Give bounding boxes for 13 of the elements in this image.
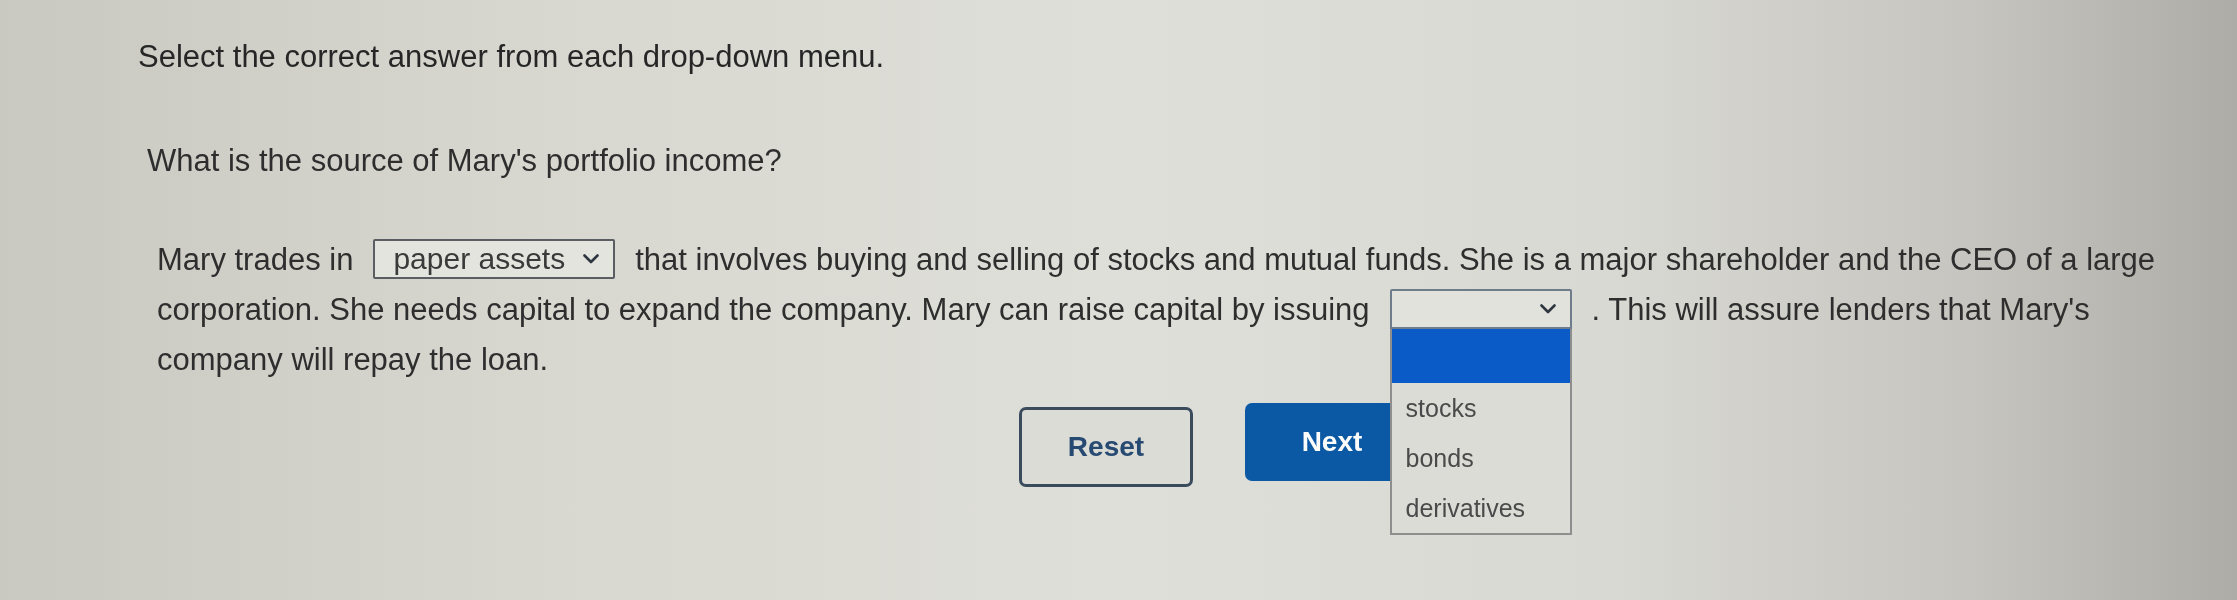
passage-text: . This will assure lenders that Mary's — [1591, 290, 2090, 328]
answer-dropdown[interactable]: paper assets — [373, 239, 616, 279]
chevron-down-icon — [583, 254, 600, 264]
passage-text: that involves buying and selling of stocks and mutual funds. She is a major shareholder and the CEO of a large — [635, 240, 2156, 278]
question-text: What is the source of Mary's portfolio income? — [147, 142, 782, 179]
passage-text: Mary trades in — [157, 240, 354, 278]
passage-text: company will repay the loan. — [157, 340, 549, 378]
answer-dropdown[interactable] — [1389, 289, 1572, 329]
instructions-text: Select the correct answer from each drop-down menu. — [138, 38, 885, 75]
dropdown-option[interactable]: derivatives — [1391, 483, 1570, 533]
chevron-down-icon — [1539, 304, 1556, 314]
reset-button[interactable]: Reset — [1019, 407, 1193, 487]
passage-text: corporation. She needs capital to expand the company. Mary can raise capital by issuing — [157, 290, 1370, 328]
